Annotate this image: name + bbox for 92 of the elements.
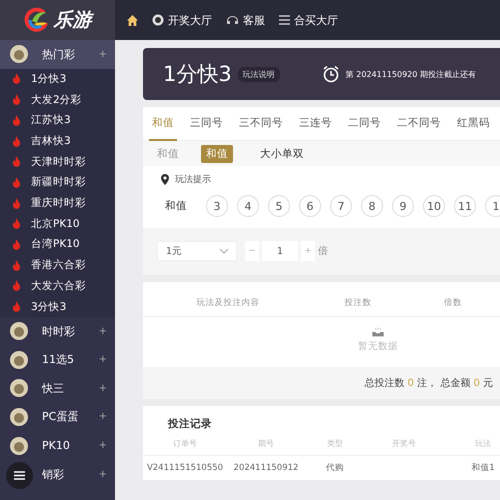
flame-icon [12,238,21,250]
table-cell-text: 代购 [325,462,345,474]
ball-icon [152,14,164,26]
total-summary: 总投注数 0 注， 总金额 0 元 [364,376,493,390]
flame-icon [12,176,21,188]
flame-icon [12,114,21,126]
number-ball[interactable]: 3 [206,195,228,217]
sidebar-group[interactable]: PC蛋蛋 + [0,402,115,432]
sidebar-group[interactable]: 热门彩 + [0,40,115,69]
flame-icon [12,73,21,84]
table-cell-text: 202411150912 [232,463,300,473]
row-label: 和值 [165,199,187,213]
nav-link[interactable]: 开奖大厅 [152,12,212,28]
flame-icon [12,301,21,312]
table-cell-text: 和值1 [470,462,496,474]
number-ball[interactable]: 6 [299,195,321,217]
table-cell-text: V2411151510550 [146,463,224,473]
lottery-ball-icon [8,436,30,456]
sidebar-item[interactable]: 1分快3 [0,68,115,90]
sidebar-group[interactable]: 快三 + [0,374,115,403]
flame-icon [12,136,21,146]
period-text: 第 202411150920 期投注截止还有 [346,68,476,80]
lottery-ball-icon [8,350,30,370]
menu-button[interactable] [6,462,33,489]
logo-text: 乐游 [54,7,92,33]
sidebar-item[interactable]: 香港六合彩 [0,254,115,276]
sidebar-item[interactable]: 大发2分彩 [0,89,115,110]
multiplier-field[interactable]: 1 [262,241,298,261]
records-title: 投注记录 [166,416,213,431]
sidebar-group[interactable]: 时时彩 + [0,316,115,346]
column-header: 玩法及投注内容 [196,297,260,309]
number-ball[interactable]: 8 [361,195,383,217]
flame-icon [12,260,21,271]
location-pin-icon [161,174,169,185]
column-header: 期号 [257,438,275,448]
menu-icon [14,471,25,480]
unit-select[interactable]: 1元 [157,241,237,261]
column-header: 开奖号 [391,438,417,448]
home-icon [127,14,138,26]
number-ball[interactable]: 1 [485,195,500,217]
column-header: 类型 [326,438,344,448]
flame-icon [12,198,21,209]
alarm-clock-icon [322,65,340,83]
lottery-ball-icon [8,44,30,64]
rules-button[interactable]: 玩法说明 [238,66,280,82]
column-header: 订单号 [172,438,198,448]
headset-icon [226,14,239,26]
column-header: 玩法 [474,438,492,448]
play-tab[interactable]: 红黑码 [454,106,493,140]
column-header: 倍数 [443,297,463,309]
sidebar-item[interactable]: 北京PK10 [0,213,115,234]
lottery-ball-icon [8,378,30,398]
flame-icon [12,280,21,292]
play-tab[interactable]: 三不同号 [236,106,286,140]
number-ball[interactable]: 7 [330,195,352,217]
play-tab[interactable]: 三连号 [296,106,335,140]
play-tab[interactable]: 二不同号 [394,106,444,140]
list-icon [279,15,290,25]
sidebar-group[interactable]: 11选5 + [0,345,115,374]
logo-icon [24,7,50,33]
lottery-ball-icon [8,321,30,342]
sidebar-item[interactable]: 台湾PK10 [0,234,115,255]
number-ball[interactable]: 5 [268,195,290,217]
subtab-label: 和值 [157,146,179,160]
number-ball[interactable]: 9 [392,195,414,217]
number-ball[interactable]: 11 [454,195,476,217]
nav-link[interactable]: 客服 [226,12,265,28]
nav-link[interactable]: 合买大厅 [279,12,338,28]
play-tab[interactable]: 三同号 [187,106,226,140]
sidebar-group[interactable]: PK10 + [0,431,115,460]
lottery-ball-icon [8,406,30,427]
empty-text: 暂无数据 [358,340,398,353]
column-header: 投注数 [344,297,372,309]
sidebar-item[interactable]: 重庆时时彩 [0,192,115,214]
number-ball[interactable]: 4 [237,195,259,217]
flame-icon [12,156,21,168]
flame-icon [12,94,21,106]
flame-icon [12,218,21,230]
hint-text: 玩法提示 [175,174,211,186]
sidebar-item[interactable]: 大发六合彩 [0,275,115,296]
play-tab[interactable]: 二同号 [345,106,384,140]
sidebar-item[interactable]: 3分快3 [0,296,115,317]
number-ball[interactable]: 10 [423,195,445,217]
sidebar-item[interactable]: 江苏快3 [0,110,115,131]
sidebar-item[interactable]: 吉林快3 [0,130,115,152]
home-button[interactable] [127,14,138,26]
multiplier-suffix: 倍 [318,244,328,258]
game-title: 1分快3 [163,61,232,88]
subtab[interactable]: 大小单双 [255,144,309,162]
chevron-down-icon [220,248,228,254]
sidebar-item[interactable]: 天津时时彩 [0,151,115,172]
sidebar-item[interactable]: 新疆时时彩 [0,172,115,193]
